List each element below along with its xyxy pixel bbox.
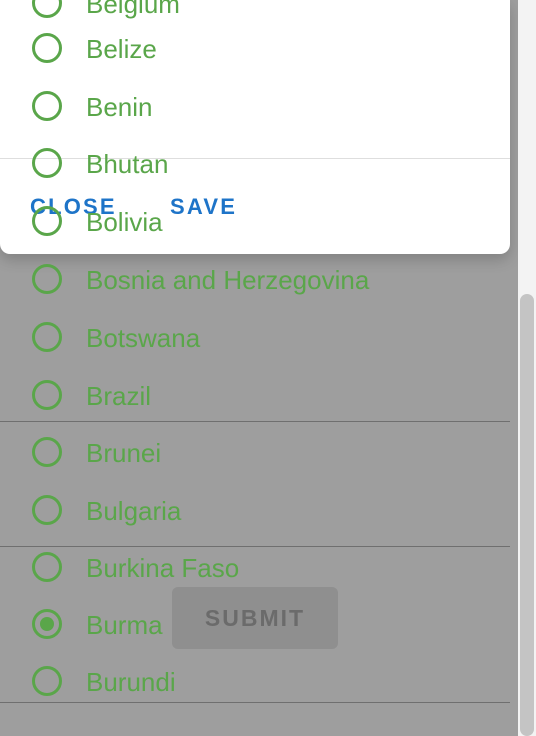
scrollbar-thumb[interactable] — [520, 294, 534, 736]
country-option[interactable]: Benin — [0, 76, 510, 134]
country-label: Bulgaria — [86, 496, 182, 526]
radio-icon — [32, 0, 62, 18]
country-label: Bhutan — [86, 149, 169, 179]
radio-icon — [32, 264, 62, 294]
radio-icon — [32, 666, 62, 696]
radio-icon — [32, 322, 62, 352]
radio-icon — [32, 437, 62, 467]
country-option[interactable]: Burma — [0, 594, 510, 652]
country-option[interactable]: Burkina Faso — [0, 537, 510, 595]
country-option[interactable]: Burundi — [0, 651, 510, 709]
radio-icon — [32, 91, 62, 121]
country-label: Brunei — [86, 438, 162, 468]
country-label: Botswana — [86, 323, 201, 353]
country-option[interactable]: Bosnia and Herzegovina — [0, 249, 510, 307]
country-option[interactable]: Brazil — [0, 365, 510, 423]
country-option[interactable]: Bulgaria — [0, 480, 510, 538]
country-label: Bolivia — [86, 207, 163, 237]
country-option[interactable]: Brunei — [0, 422, 510, 480]
country-label: Belgium — [86, 0, 180, 19]
radio-icon — [32, 148, 62, 178]
country-label: Brazil — [86, 381, 152, 411]
country-option[interactable]: Botswana — [0, 307, 510, 365]
country-label: Belize — [86, 34, 157, 64]
country-option[interactable]: Bhutan — [0, 133, 510, 191]
country-label: Burundi — [86, 667, 176, 697]
scrollbar-track[interactable] — [518, 0, 536, 736]
radio-icon — [32, 552, 62, 582]
radio-icon — [32, 206, 62, 236]
country-radio-list: Belgium Belize Benin Bhutan Bolivia Bosn… — [0, 0, 510, 736]
radio-selected-icon — [32, 609, 62, 639]
country-label: Bosnia and Herzegovina — [86, 265, 370, 295]
country-option[interactable]: Bolivia — [0, 191, 510, 249]
country-label: Burkina Faso — [86, 553, 240, 583]
radio-icon — [32, 380, 62, 410]
country-label: Benin — [86, 92, 153, 122]
country-label: Burma — [86, 610, 163, 640]
radio-icon — [32, 33, 62, 63]
radio-icon — [32, 495, 62, 525]
country-option[interactable]: Belize — [0, 18, 510, 76]
